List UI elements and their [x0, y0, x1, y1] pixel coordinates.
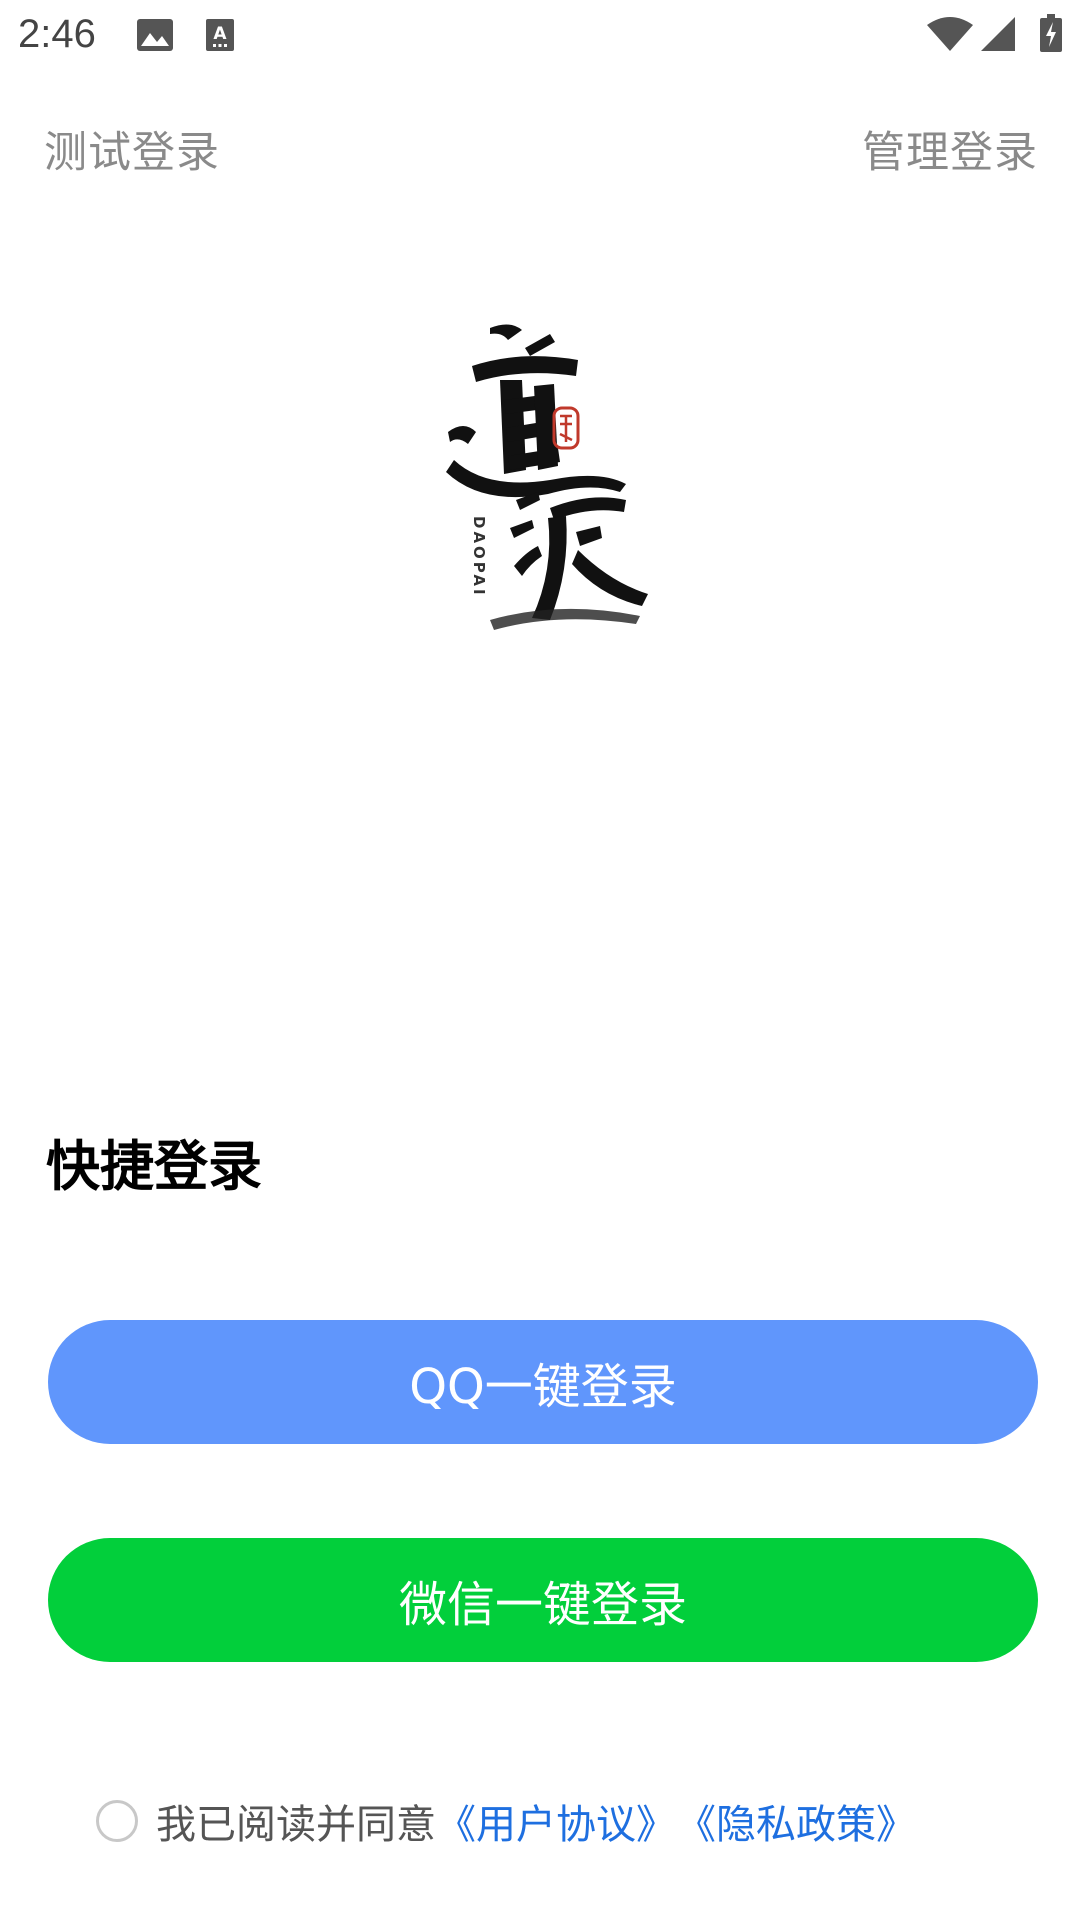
- status-time: 2:46: [18, 12, 96, 56]
- wifi-icon: [927, 17, 973, 51]
- svg-text:DAOPAI: DAOPAI: [470, 516, 488, 598]
- svg-text:A: A: [213, 24, 227, 44]
- qq-login-button[interactable]: QQ一键登录: [48, 1320, 1038, 1444]
- test-login-link[interactable]: 测试登录: [44, 118, 220, 180]
- quick-login-title: 快捷登录: [46, 1135, 262, 1198]
- image-icon: [137, 19, 173, 51]
- agreement-text: 我已阅读并同意: [156, 1802, 436, 1848]
- text-a-icon: A: [206, 19, 234, 51]
- agree-checkbox[interactable]: [96, 1800, 138, 1842]
- user-agreement-link[interactable]: 《用户协议》: [436, 1792, 676, 1850]
- battery-charging-icon: [1040, 14, 1062, 52]
- signal-icon: [981, 17, 1015, 51]
- admin-login-link[interactable]: 管理登录: [862, 118, 1038, 180]
- privacy-policy-link[interactable]: 《隐私政策》: [676, 1792, 916, 1850]
- daopai-logo: DAOPAI: [446, 324, 648, 630]
- wechat-login-button[interactable]: 微信一键登录: [48, 1538, 1038, 1662]
- agreement-row: 我已阅读并同意 《用户协议》 《隐私政策》: [96, 1796, 916, 1848]
- status-bar: 2:46 A: [0, 0, 1080, 72]
